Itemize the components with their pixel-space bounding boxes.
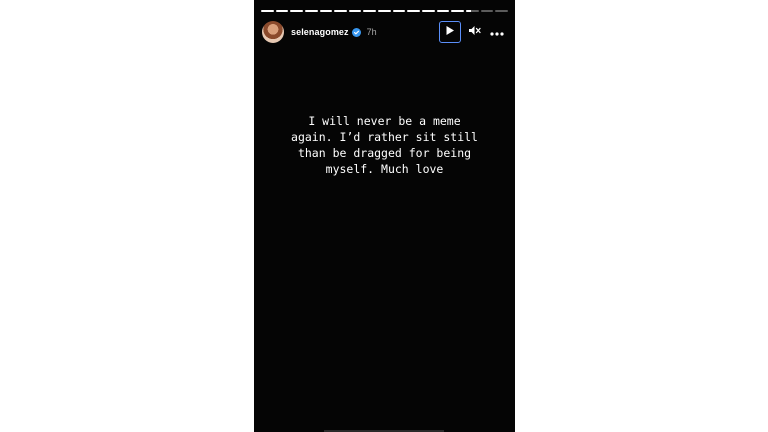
progress-segment xyxy=(392,10,406,12)
progress-segment xyxy=(334,10,347,12)
progress-segment-fill xyxy=(319,10,333,12)
story-viewer[interactable]: selenagomez 7h I will never be a meme ag… xyxy=(254,0,515,432)
progress-segment-fill xyxy=(422,10,435,12)
progress-segment xyxy=(480,10,494,12)
progress-segment-fill xyxy=(378,10,391,12)
avatar[interactable] xyxy=(262,21,284,43)
post-time: 7h xyxy=(366,27,377,37)
progress-segment-fill xyxy=(290,10,303,12)
progress-segment xyxy=(363,10,377,12)
play-button[interactable] xyxy=(439,21,461,43)
progress-segment xyxy=(304,10,318,12)
progress-segment xyxy=(348,10,362,12)
username[interactable]: selenagomez xyxy=(291,27,349,37)
progress-segment-fill xyxy=(348,10,362,12)
progress-segment-fill xyxy=(407,10,421,12)
progress-segment xyxy=(451,10,464,12)
progress-segment xyxy=(290,10,303,12)
story-header: selenagomez 7h xyxy=(262,18,505,46)
progress-segment xyxy=(407,10,421,12)
progress-segment xyxy=(422,10,435,12)
progress-segment-fill xyxy=(436,10,450,12)
more-options-icon xyxy=(490,23,504,41)
volume-muted-icon xyxy=(468,23,481,41)
progress-segment xyxy=(275,10,289,12)
progress-segment xyxy=(465,10,479,12)
progress-segment-fill xyxy=(363,10,377,12)
progress-segment-fill xyxy=(304,10,318,12)
progress-segment xyxy=(495,10,508,12)
story-progress-bar xyxy=(261,10,508,12)
progress-segment xyxy=(436,10,450,12)
progress-segment-fill xyxy=(275,10,289,12)
story-caption: I will never be a meme again. I’d rather… xyxy=(291,114,478,176)
verified-badge-icon xyxy=(351,27,361,37)
progress-segment-fill xyxy=(451,10,464,12)
progress-segment-fill xyxy=(392,10,406,12)
progress-segment xyxy=(319,10,333,12)
more-options-button[interactable] xyxy=(489,24,505,40)
progress-segment-fill xyxy=(261,10,274,12)
progress-segment xyxy=(261,10,274,12)
play-icon xyxy=(445,23,455,41)
progress-segment-fill xyxy=(334,10,347,12)
progress-segment xyxy=(378,10,391,12)
progress-segment-fill xyxy=(465,10,472,12)
mute-button[interactable] xyxy=(466,24,482,40)
